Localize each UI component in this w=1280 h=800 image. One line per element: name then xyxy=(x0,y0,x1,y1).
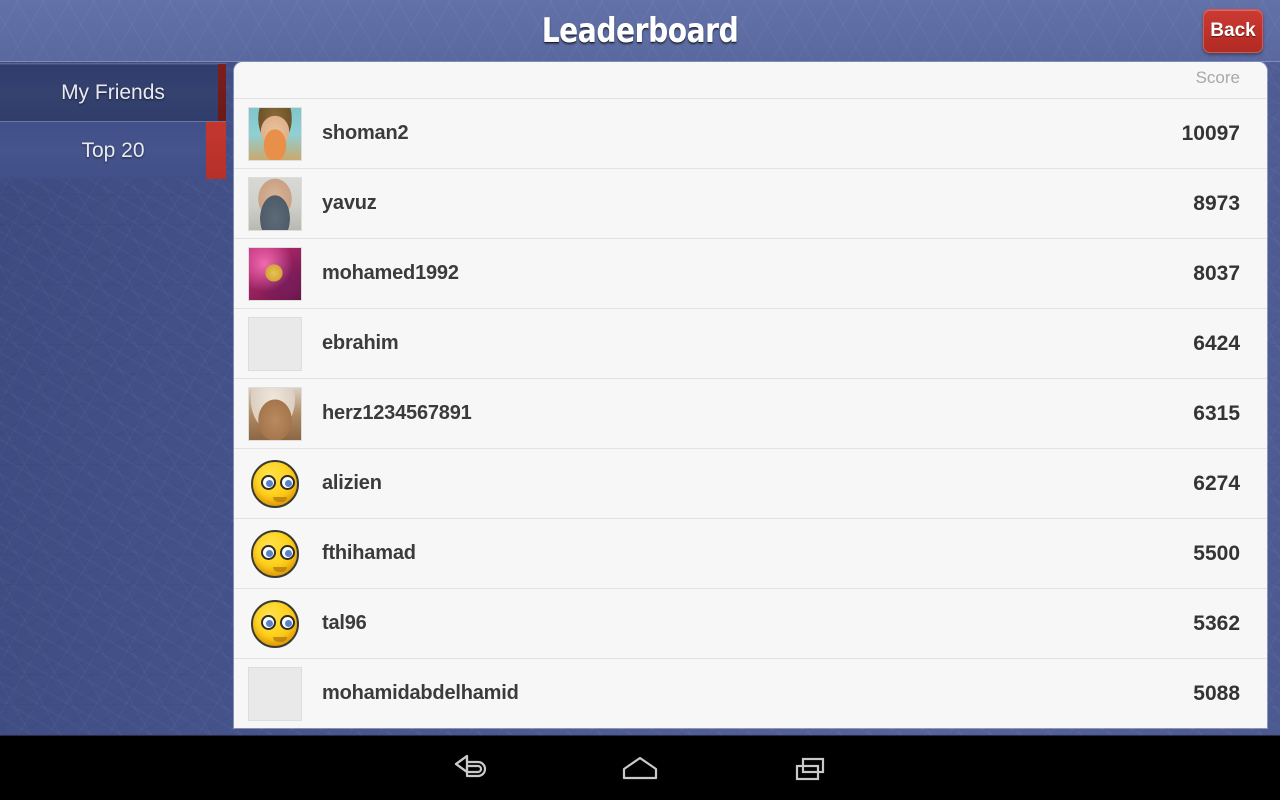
nav-home-button[interactable] xyxy=(580,736,700,800)
home-nav-icon xyxy=(622,756,658,779)
tab-accent-bar xyxy=(206,122,226,179)
avatar xyxy=(248,316,302,371)
page-title: Leaderboard xyxy=(541,11,739,51)
player-score: 8037 xyxy=(1193,261,1240,285)
avatar xyxy=(248,597,302,651)
table-row[interactable]: fthihamad 5500 xyxy=(234,518,1267,588)
player-score: 6315 xyxy=(1193,401,1240,425)
score-column-header: Score xyxy=(234,62,1267,98)
table-row[interactable]: ebrahim 6424 xyxy=(234,308,1267,378)
android-navigation-bar xyxy=(0,735,1280,800)
sidebar-tabs: My Friends Top 20 xyxy=(0,63,226,183)
player-score: 6274 xyxy=(1193,471,1240,495)
avatar xyxy=(248,666,302,721)
table-row[interactable]: yavuz 8973 xyxy=(234,168,1267,238)
tab-accent-bar xyxy=(218,64,226,121)
player-name: ebrahim xyxy=(322,332,399,354)
player-score: 5088 xyxy=(1193,681,1240,705)
table-row[interactable]: herz1234567891 6315 xyxy=(234,378,1267,448)
player-score: 6424 xyxy=(1193,331,1240,355)
player-score: 5500 xyxy=(1193,541,1240,565)
table-row[interactable]: mohamidabdelhamid 5088 xyxy=(234,658,1267,728)
player-name: mohamidabdelhamid xyxy=(322,682,519,704)
leaderboard-card: Score shoman2 10097 yavuz 8973 mohamed19… xyxy=(234,62,1267,728)
app-header: Leaderboard Back xyxy=(0,0,1280,62)
player-name: alizien xyxy=(322,472,382,494)
player-name: fthihamad xyxy=(322,542,416,564)
avatar xyxy=(248,386,302,441)
nav-recents-button[interactable] xyxy=(751,736,871,800)
player-name: herz1234567891 xyxy=(322,402,472,424)
back-button[interactable]: Back xyxy=(1203,9,1263,53)
table-row[interactable]: alizien 6274 xyxy=(234,448,1267,518)
avatar xyxy=(248,527,302,581)
player-name: shoman2 xyxy=(322,122,409,144)
player-name: mohamed1992 xyxy=(322,262,459,284)
sidebar-item-label: My Friends xyxy=(61,80,165,104)
sidebar-item-top-20[interactable]: Top 20 xyxy=(0,121,226,179)
table-row[interactable]: tal96 5362 xyxy=(234,588,1267,658)
player-score: 10097 xyxy=(1181,121,1240,145)
player-score: 8973 xyxy=(1193,191,1240,215)
score-header-label: Score xyxy=(1195,68,1240,87)
avatar xyxy=(248,457,302,511)
nav-back-button[interactable] xyxy=(410,736,530,800)
avatar xyxy=(248,176,302,231)
sidebar-item-my-friends[interactable]: My Friends xyxy=(0,63,226,121)
sidebar-item-label: Top 20 xyxy=(81,138,145,162)
player-name: tal96 xyxy=(322,612,367,634)
player-score: 5362 xyxy=(1193,611,1240,635)
avatar xyxy=(248,246,302,301)
table-row[interactable]: shoman2 10097 xyxy=(234,98,1267,168)
avatar xyxy=(248,106,302,161)
recents-nav-icon xyxy=(795,757,825,780)
table-row[interactable]: mohamed1992 8037 xyxy=(234,238,1267,308)
back-nav-icon xyxy=(454,754,487,777)
player-name: yavuz xyxy=(322,192,377,214)
